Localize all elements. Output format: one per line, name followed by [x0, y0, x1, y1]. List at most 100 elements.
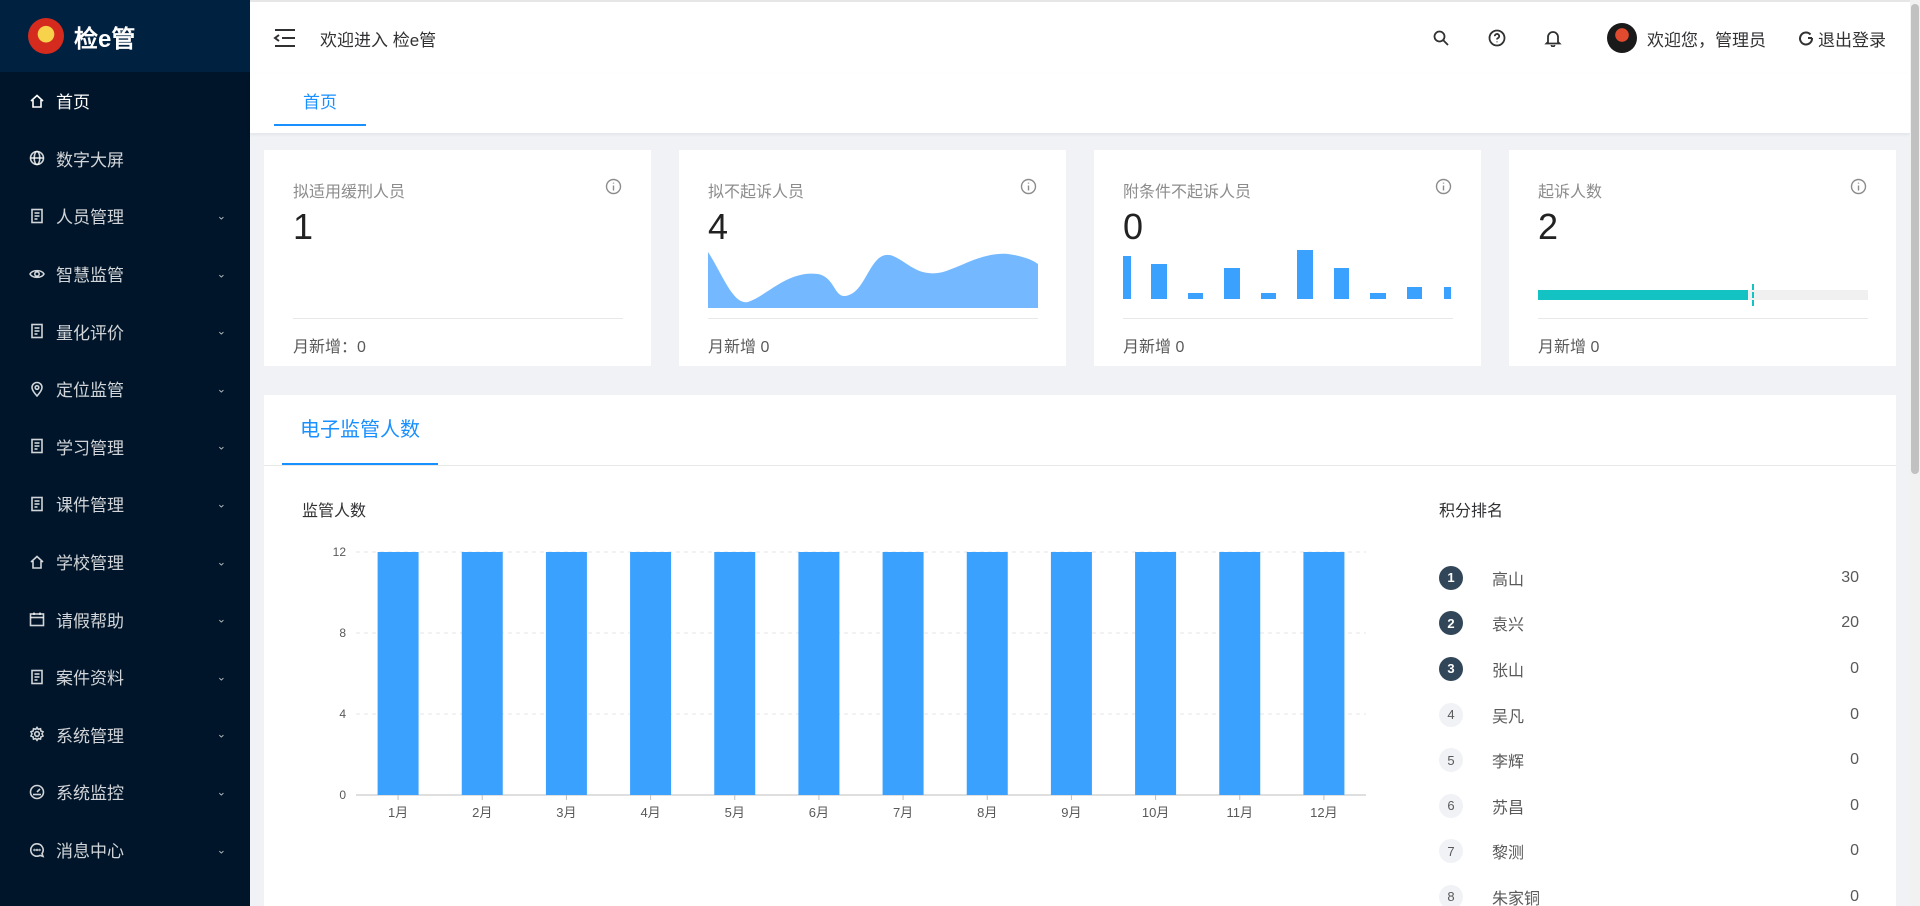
rank-badge: 8: [1439, 884, 1463, 906]
user-greeting[interactable]: 欢迎您，管理员: [1647, 26, 1766, 51]
document-icon: [28, 668, 46, 686]
page-welcome-title: 欢迎进入 检e管: [320, 30, 437, 50]
rank-name: 张山: [1492, 662, 1525, 680]
x-tick-label: 3月: [556, 805, 576, 820]
bar: [966, 552, 1008, 795]
sidebar-item[interactable]: 学校管理 ⌄: [0, 533, 250, 591]
rank-score: 20: [1841, 614, 1859, 632]
sidebar-item[interactable]: 数字大屏: [0, 130, 250, 188]
rank-name: 朱家铜: [1492, 890, 1541, 906]
sidebar-item[interactable]: 课件管理 ⌄: [0, 475, 250, 533]
sidebar-item-label: 消息中心: [56, 842, 124, 862]
info-icon[interactable]: [1435, 178, 1453, 196]
header-actions: 欢迎您，管理员 退出登录: [1395, 2, 1886, 74]
scrollbar-thumb[interactable]: [1911, 4, 1919, 474]
mini-bar: [1151, 264, 1167, 299]
menu-toggle-icon[interactable]: [272, 25, 298, 51]
bar: [545, 552, 587, 795]
rank-score: 0: [1850, 659, 1859, 677]
bar: [798, 552, 840, 795]
rank-score: 30: [1841, 568, 1859, 586]
tab-bar: 首页: [250, 74, 1910, 134]
sidebar-item-label: 量化评价: [56, 323, 124, 343]
sidebar-item[interactable]: 量化评价 ⌄: [0, 302, 250, 360]
sidebar-item-label: 案件资料: [56, 669, 124, 689]
mini-bar: [1188, 293, 1203, 299]
rank-score: 0: [1850, 887, 1859, 905]
page-scrollbar[interactable]: [1910, 0, 1920, 906]
ranking-list: 1 高山 30 2 袁兴 20 3 张山 0 4 吴凡 0 5 李辉 0 6 苏昌 0 7 黎测 0 8 朱家铜 0: [1439, 555, 1859, 906]
sidebar: ★ 检e管 首页 数字大屏 人员管理 ⌄ 智慧监管 ⌄ 量化评价 ⌄ 定位监管 ⌄ 学习管理 ⌄ 课件管…: [0, 0, 250, 906]
sidebar-item[interactable]: 消息中心 ⌄: [0, 821, 250, 879]
chevron-down-icon: ⌄: [216, 440, 226, 453]
x-tick-label: 4月: [640, 805, 660, 820]
card-title: 附条件不起诉人员: [1123, 184, 1252, 201]
rank-name: 高山: [1492, 571, 1525, 589]
chevron-down-icon: ⌄: [216, 671, 226, 684]
document-icon: [28, 207, 46, 225]
mini-bar: [1407, 287, 1422, 299]
card-footer: 月新增：0: [293, 339, 366, 356]
x-tick-label: 5月: [725, 805, 745, 820]
avatar[interactable]: [1607, 23, 1637, 53]
logout-button[interactable]: 退出登录: [1798, 26, 1886, 51]
mini-bar: [1261, 293, 1276, 299]
mini-bar: [1123, 256, 1131, 299]
card-footer: 月新增 0: [1123, 339, 1185, 356]
rank-name: 苏昌: [1492, 799, 1525, 817]
bar: [1303, 552, 1345, 795]
chevron-down-icon: ⌄: [216, 728, 226, 741]
gauge-icon: [28, 783, 46, 801]
sidebar-item[interactable]: 请假帮助 ⌄: [0, 590, 250, 648]
ranking-row: 2 袁兴 20: [1439, 601, 1859, 647]
tab-electronic-supervision[interactable]: 电子监管人数: [282, 395, 438, 465]
sidebar-item[interactable]: 系统监控 ⌄: [0, 763, 250, 821]
sidebar-menu: 首页 数字大屏 人员管理 ⌄ 智慧监管 ⌄ 量化评价 ⌄ 定位监管 ⌄ 学习管理 ⌄ 课件管理 ⌄ 学校管理…: [0, 72, 250, 878]
bar: [1050, 552, 1092, 795]
app-name: 检e管: [74, 25, 136, 53]
rank-badge: 7: [1439, 839, 1463, 864]
eye-icon: [28, 265, 46, 283]
sidebar-item[interactable]: 系统管理 ⌄: [0, 706, 250, 764]
sidebar-item[interactable]: 人员管理 ⌄: [0, 187, 250, 245]
card-value: 1: [293, 206, 314, 247]
mini-bar: [1444, 287, 1451, 299]
ranking-title: 积分排名: [1439, 503, 1504, 520]
sidebar-item-label: 首页: [56, 93, 90, 113]
logo[interactable]: ★ 检e管: [0, 0, 250, 72]
x-tick-label: 12月: [1310, 805, 1337, 820]
bar: [377, 552, 419, 795]
ranking-row: 6 苏昌 0: [1439, 783, 1859, 829]
sidebar-item[interactable]: 首页: [0, 72, 250, 130]
sidebar-item[interactable]: 智慧监管 ⌄: [0, 245, 250, 303]
progress-target-marker: [1752, 284, 1754, 306]
bell-icon[interactable]: [1543, 28, 1563, 48]
info-icon[interactable]: [605, 178, 623, 196]
sidebar-item-label: 智慧监管: [56, 266, 124, 286]
document-icon: [28, 495, 46, 513]
sidebar-item[interactable]: 定位监管 ⌄: [0, 360, 250, 418]
sidebar-item[interactable]: 案件资料 ⌄: [0, 648, 250, 706]
help-icon[interactable]: [1487, 28, 1507, 48]
location-icon: [28, 380, 46, 398]
logout-icon: [1799, 31, 1813, 46]
sidebar-item-label: 请假帮助: [56, 611, 124, 631]
calendar-icon: [28, 610, 46, 628]
ranking-row: 7 黎测 0: [1439, 829, 1859, 875]
sidebar-item[interactable]: 学习管理 ⌄: [0, 418, 250, 476]
info-icon[interactable]: [1020, 178, 1038, 196]
document-icon: [28, 437, 46, 455]
info-icon[interactable]: [1850, 178, 1868, 196]
chevron-down-icon: ⌄: [216, 383, 226, 396]
ranking-row: 5 李辉 0: [1439, 737, 1859, 783]
rank-badge: 2: [1439, 611, 1463, 636]
rank-badge: 6: [1439, 793, 1463, 818]
sidebar-item-label: 课件管理: [56, 496, 124, 516]
y-tick-label: 4: [339, 707, 346, 721]
sidebar-item-label: 定位监管: [56, 381, 124, 401]
bar-chart: 0 4 8 12 1月 2月 3月 4月 5月 6月 7月 8月 9月 10月 11月 12月: [333, 545, 1366, 820]
card-divider: [1538, 318, 1868, 319]
tab-home[interactable]: 首页: [274, 88, 366, 126]
sidebar-item-label: 人员管理: [56, 208, 124, 228]
search-icon[interactable]: [1431, 28, 1451, 48]
